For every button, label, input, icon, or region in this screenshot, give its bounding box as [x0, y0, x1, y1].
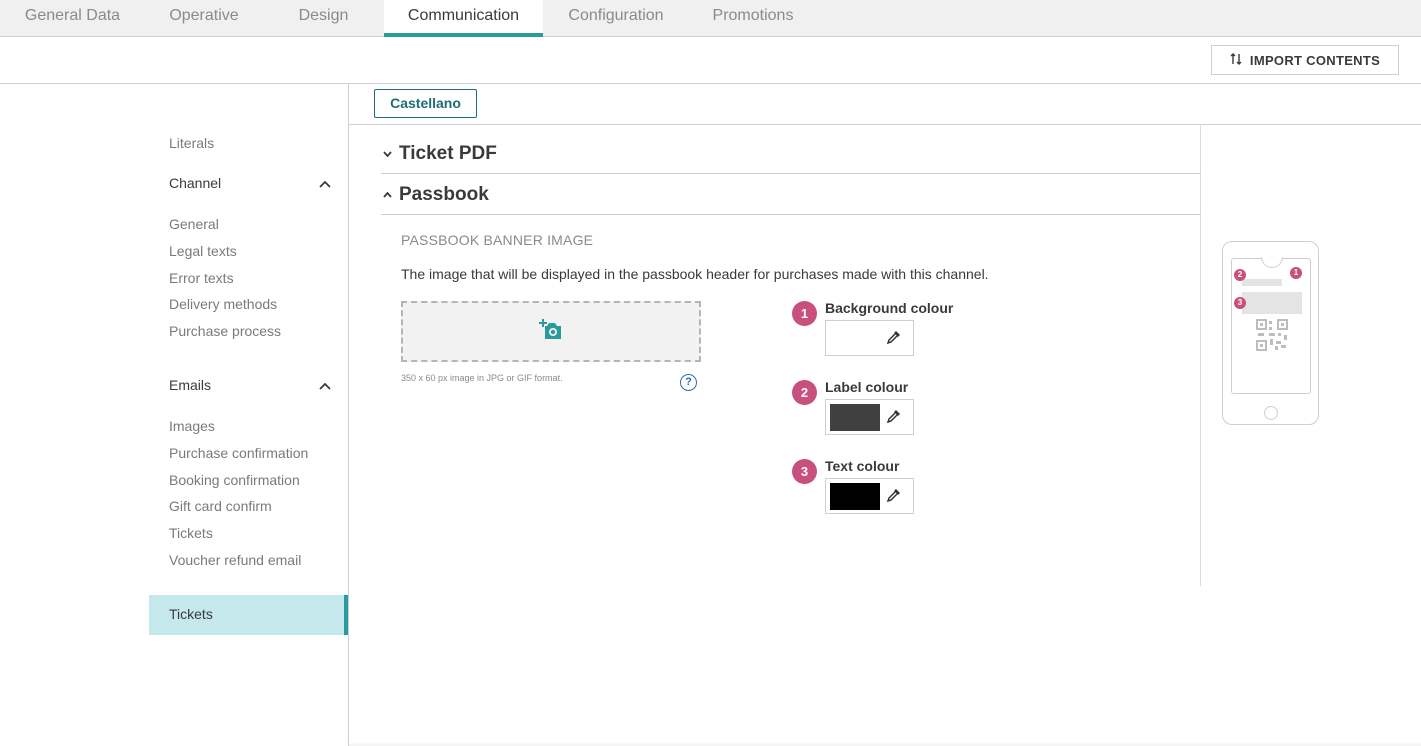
import-arrows-icon [1230, 52, 1242, 69]
import-contents-label: IMPORT CONTENTS [1249, 52, 1381, 68]
banner-image-upload[interactable] [401, 301, 701, 362]
language-tab-castellano[interactable]: Castellano [374, 89, 477, 118]
tab-communication[interactable]: Communication [384, 0, 543, 37]
chevron-up-icon [319, 377, 331, 393]
sidebar-group-emails[interactable]: Emails [169, 377, 331, 393]
sidebar-item-booking-confirmation[interactable]: Booking confirmation [169, 472, 300, 488]
sidebar-item-purchase-process[interactable]: Purchase process [169, 323, 281, 339]
badge-1: 1 [792, 301, 817, 326]
language-bar: Castellano [349, 84, 1421, 125]
bottom-shadow [349, 742, 1421, 746]
label-colour-label: Label colour [825, 379, 909, 395]
top-tab-bar: General Data Operative Design Communicat… [0, 0, 1421, 37]
section-passbook-title: Passbook [399, 183, 489, 205]
sidebar-item-voucher-refund-email[interactable]: Voucher refund email [169, 552, 301, 568]
section-ticket-pdf-title: Ticket PDF [399, 142, 497, 164]
tab-design[interactable]: Design [263, 0, 384, 36]
phone-mockup: 1 2 3 [1222, 241, 1319, 425]
chevron-up-icon [319, 175, 331, 191]
tab-operative[interactable]: Operative [145, 0, 263, 36]
eyedropper-icon [886, 329, 902, 350]
main-content: Ticket PDF Passbook PASSBOOK BANNER IMAG… [349, 125, 1201, 586]
sidebar-item-error-texts[interactable]: Error texts [169, 270, 234, 286]
text-colour-picker[interactable] [825, 478, 914, 514]
sidebar-item-general[interactable]: General [169, 216, 219, 232]
import-contents-button[interactable]: IMPORT CONTENTS [1211, 45, 1399, 75]
badge-3: 3 [792, 459, 817, 484]
sidebar-item-delivery-methods[interactable]: Delivery methods [169, 296, 277, 312]
sidebar-group-channel-label: Channel [169, 175, 222, 191]
sidebar-item-literals[interactable]: Literals [169, 135, 214, 151]
sidebar-group-emails-label: Emails [169, 377, 212, 393]
chevron-up-icon [381, 189, 393, 201]
badge-2: 2 [792, 380, 817, 405]
eyedropper-icon [886, 408, 902, 429]
sidebar-item-gift-card-confirm[interactable]: Gift card confirm [169, 498, 272, 514]
banner-image-description: The image that will be displayed in the … [401, 266, 989, 282]
toolbar: IMPORT CONTENTS [0, 37, 1421, 84]
section-passbook[interactable]: Passbook [381, 175, 1201, 215]
label-colour-picker[interactable] [825, 399, 914, 435]
section-ticket-pdf[interactable]: Ticket PDF [381, 134, 1201, 174]
tab-configuration[interactable]: Configuration [543, 0, 689, 36]
text-colour-swatch [830, 483, 880, 510]
qr-code-icon [1256, 319, 1288, 356]
eyedropper-icon [886, 487, 902, 508]
banner-image-title: PASSBOOK BANNER IMAGE [401, 232, 594, 248]
text-colour-label: Text colour [825, 458, 900, 474]
tab-promotions[interactable]: Promotions [689, 0, 817, 36]
sidebar-item-legal-texts[interactable]: Legal texts [169, 243, 237, 259]
sidebar-group-channel[interactable]: Channel [169, 175, 331, 191]
background-colour-swatch [830, 325, 880, 352]
preview-badge-3: 3 [1234, 297, 1246, 309]
add-photo-icon [538, 317, 564, 346]
background-colour-label: Background colour [825, 300, 954, 316]
sidebar-item-email-tickets[interactable]: Tickets [169, 525, 213, 541]
preview-badge-1: 1 [1290, 267, 1302, 279]
sidebar-item-purchase-confirmation[interactable]: Purchase confirmation [169, 445, 308, 461]
upload-hint: 350 x 60 px image in JPG or GIF format. [401, 373, 563, 383]
preview-label-bar [1242, 279, 1282, 286]
sidebar: Literals Channel General Legal texts Err… [0, 84, 349, 746]
background-colour-picker[interactable] [825, 320, 914, 356]
preview-text-bar [1242, 292, 1302, 314]
chevron-down-icon [381, 148, 393, 160]
ticket-notch [1261, 257, 1283, 268]
tab-general-data[interactable]: General Data [0, 0, 145, 36]
sidebar-item-tickets-active[interactable]: Tickets [149, 595, 348, 635]
passbook-preview: 1 2 3 [1201, 125, 1421, 586]
ticket-mockup: 1 2 3 [1231, 257, 1311, 394]
label-colour-swatch [830, 404, 880, 431]
help-icon[interactable]: ? [680, 374, 697, 391]
preview-badge-2: 2 [1234, 269, 1246, 281]
sidebar-item-images[interactable]: Images [169, 418, 215, 434]
phone-home-button [1264, 406, 1278, 420]
